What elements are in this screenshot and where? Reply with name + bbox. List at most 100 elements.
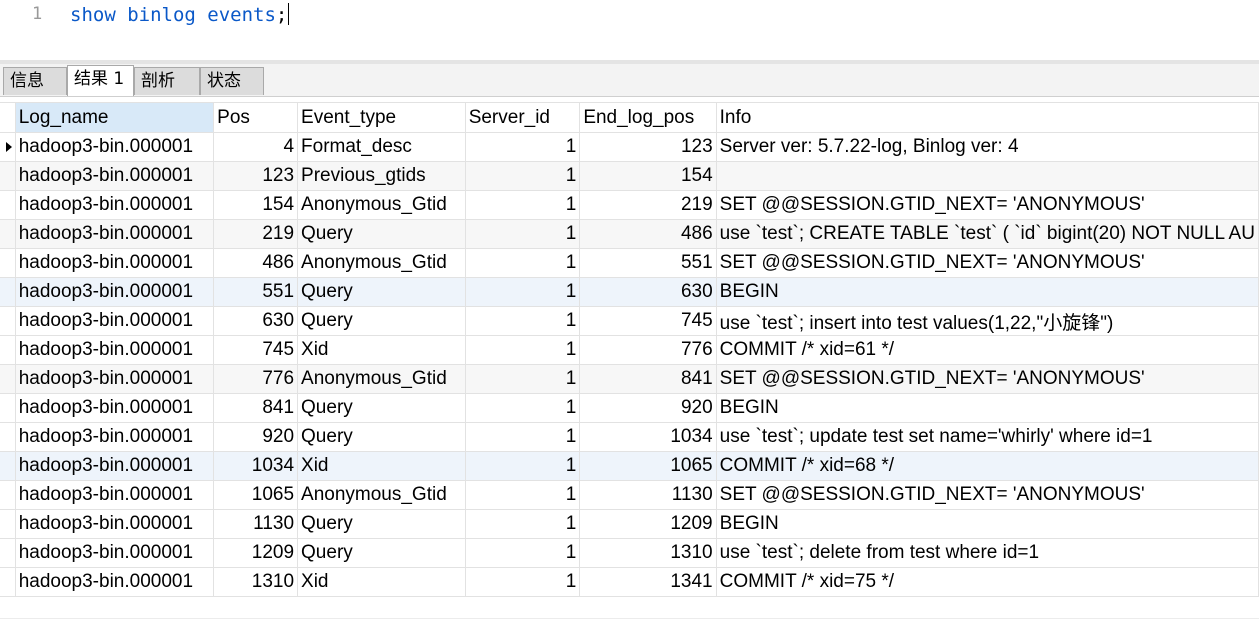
table-row[interactable]: hadoop3-bin.000001 776 Anonymous_Gtid 1 841 S… — [0, 364, 1259, 394]
cell-server-id[interactable]: 1 — [464, 538, 581, 568]
cell-log-name[interactable]: hadoop3-bin.000001 — [14, 161, 215, 191]
tab-info[interactable]: 信息 — [3, 67, 67, 95]
cell-server-id[interactable]: 1 — [464, 248, 581, 278]
cell-info[interactable]: BEGIN — [715, 277, 1259, 307]
cell-event-type[interactable]: Query — [297, 422, 466, 452]
row-indicator[interactable] — [0, 480, 16, 510]
cell-server-id[interactable]: 1 — [464, 364, 581, 394]
cell-log-name[interactable]: hadoop3-bin.000001 — [14, 393, 215, 423]
table-row[interactable]: hadoop3-bin.000001 486 Anonymous_Gtid 1 551 S… — [0, 248, 1259, 278]
cell-info[interactable]: SET @@SESSION.GTID_NEXT= 'ANONYMOUS' — [715, 480, 1259, 510]
table-row[interactable]: hadoop3-bin.000001 630 Query 1 745 use `test`… — [0, 306, 1259, 336]
cell-pos[interactable]: 1130 — [213, 509, 299, 539]
column-header-server-id[interactable]: Server_id — [464, 102, 581, 133]
cell-server-id[interactable]: 1 — [464, 422, 581, 452]
cell-end-log-pos[interactable]: 154 — [579, 161, 717, 191]
table-row[interactable]: hadoop3-bin.000001 1065 Anonymous_Gtid 1 113… — [0, 480, 1259, 510]
cell-log-name[interactable]: hadoop3-bin.000001 — [14, 190, 215, 220]
cell-event-type[interactable]: Anonymous_Gtid — [297, 480, 466, 510]
cell-server-id[interactable]: 1 — [464, 277, 581, 307]
cell-log-name[interactable]: hadoop3-bin.000001 — [14, 451, 215, 481]
cell-pos[interactable]: 1065 — [213, 480, 299, 510]
cell-event-type[interactable]: Format_desc — [297, 132, 466, 162]
cell-info[interactable]: Server ver: 5.7.22-log, Binlog ver: 4 — [715, 132, 1259, 162]
cell-event-type[interactable]: Query — [297, 277, 466, 307]
cell-info[interactable]: BEGIN — [715, 509, 1259, 539]
cell-end-log-pos[interactable]: 1341 — [579, 567, 717, 597]
row-indicator[interactable] — [0, 567, 16, 597]
cell-event-type[interactable]: Anonymous_Gtid — [297, 248, 466, 278]
table-row[interactable]: hadoop3-bin.000001 1209 Query 1 1310 use `tes… — [0, 538, 1259, 568]
cell-event-type[interactable]: Query — [297, 393, 466, 423]
cell-end-log-pos[interactable]: 630 — [579, 277, 717, 307]
cell-server-id[interactable]: 1 — [464, 451, 581, 481]
cell-pos[interactable]: 123 — [213, 161, 299, 191]
cell-pos[interactable]: 486 — [213, 248, 299, 278]
cell-end-log-pos[interactable]: 551 — [579, 248, 717, 278]
row-indicator[interactable] — [0, 538, 16, 568]
cell-event-type[interactable]: Xid — [297, 335, 466, 365]
tab-result-1[interactable]: 结果 1 — [67, 65, 134, 96]
cell-log-name[interactable]: hadoop3-bin.000001 — [14, 219, 215, 249]
cell-event-type[interactable]: Query — [297, 219, 466, 249]
cell-event-type[interactable]: Xid — [297, 451, 466, 481]
row-indicator[interactable] — [0, 451, 16, 481]
cell-log-name[interactable]: hadoop3-bin.000001 — [14, 567, 215, 597]
cell-event-type[interactable]: Anonymous_Gtid — [297, 364, 466, 394]
cell-log-name[interactable]: hadoop3-bin.000001 — [14, 422, 215, 452]
cell-server-id[interactable]: 1 — [464, 190, 581, 220]
cell-event-type[interactable]: Query — [297, 509, 466, 539]
cell-server-id[interactable]: 1 — [464, 219, 581, 249]
cell-pos[interactable]: 841 — [213, 393, 299, 423]
cell-info[interactable]: BEGIN — [715, 393, 1259, 423]
cell-end-log-pos[interactable]: 1130 — [579, 480, 717, 510]
column-header-info[interactable]: Info — [715, 102, 1259, 133]
cell-end-log-pos[interactable]: 486 — [579, 219, 717, 249]
cell-info[interactable]: SET @@SESSION.GTID_NEXT= 'ANONYMOUS' — [715, 248, 1259, 278]
table-row[interactable]: hadoop3-bin.000001 920 Query 1 1034 use `test… — [0, 422, 1259, 452]
row-indicator[interactable] — [0, 219, 16, 249]
cell-log-name[interactable]: hadoop3-bin.000001 — [14, 509, 215, 539]
cell-server-id[interactable]: 1 — [464, 393, 581, 423]
table-row[interactable]: hadoop3-bin.000001 1034 Xid 1 1065 COMMIT /* … — [0, 451, 1259, 481]
cell-server-id[interactable]: 1 — [464, 509, 581, 539]
cell-log-name[interactable]: hadoop3-bin.000001 — [14, 132, 215, 162]
table-row[interactable]: hadoop3-bin.000001 551 Query 1 630 BEGIN — [0, 277, 1259, 307]
row-indicator[interactable] — [0, 509, 16, 539]
row-indicator[interactable] — [0, 190, 16, 220]
cell-end-log-pos[interactable]: 123 — [579, 132, 717, 162]
cell-info[interactable]: use `test`; delete from test where id=1 — [715, 538, 1259, 568]
cell-info[interactable]: SET @@SESSION.GTID_NEXT= 'ANONYMOUS' — [715, 364, 1259, 394]
cell-event-type[interactable]: Anonymous_Gtid — [297, 190, 466, 220]
table-row[interactable]: hadoop3-bin.000001 4 Format_desc 1 123 Server… — [0, 132, 1259, 162]
cell-pos[interactable]: 4 — [213, 132, 299, 162]
cell-end-log-pos[interactable]: 1034 — [579, 422, 717, 452]
row-indicator[interactable] — [0, 364, 16, 394]
tab-profile[interactable]: 剖析 — [134, 67, 200, 95]
cell-pos[interactable]: 745 — [213, 335, 299, 365]
cell-pos[interactable]: 1209 — [213, 538, 299, 568]
cell-info[interactable] — [715, 161, 1259, 191]
cell-info[interactable]: SET @@SESSION.GTID_NEXT= 'ANONYMOUS' — [715, 190, 1259, 220]
cell-pos[interactable]: 1310 — [213, 567, 299, 597]
cell-info[interactable]: COMMIT /* xid=75 */ — [715, 567, 1259, 597]
row-indicator[interactable] — [0, 306, 16, 336]
row-indicator[interactable] — [0, 161, 16, 191]
cell-server-id[interactable]: 1 — [464, 567, 581, 597]
column-header-pos[interactable]: Pos — [213, 102, 299, 133]
cell-log-name[interactable]: hadoop3-bin.000001 — [14, 248, 215, 278]
table-row[interactable]: hadoop3-bin.000001 841 Query 1 920 BEGIN — [0, 393, 1259, 423]
cell-server-id[interactable]: 1 — [464, 335, 581, 365]
row-indicator[interactable] — [0, 393, 16, 423]
cell-end-log-pos[interactable]: 1065 — [579, 451, 717, 481]
row-indicator[interactable] — [0, 132, 16, 162]
cell-pos[interactable]: 219 — [213, 219, 299, 249]
cell-pos[interactable]: 776 — [213, 364, 299, 394]
table-row[interactable]: hadoop3-bin.000001 1130 Query 1 1209 BEGIN — [0, 509, 1259, 539]
cell-log-name[interactable]: hadoop3-bin.000001 — [14, 306, 215, 336]
cell-pos[interactable]: 630 — [213, 306, 299, 336]
cell-end-log-pos[interactable]: 920 — [579, 393, 717, 423]
cell-end-log-pos[interactable]: 219 — [579, 190, 717, 220]
query-text[interactable]: show binlog events; — [70, 3, 290, 26]
cell-info[interactable]: use `test`; CREATE TABLE `test` ( `id` b… — [715, 219, 1259, 249]
